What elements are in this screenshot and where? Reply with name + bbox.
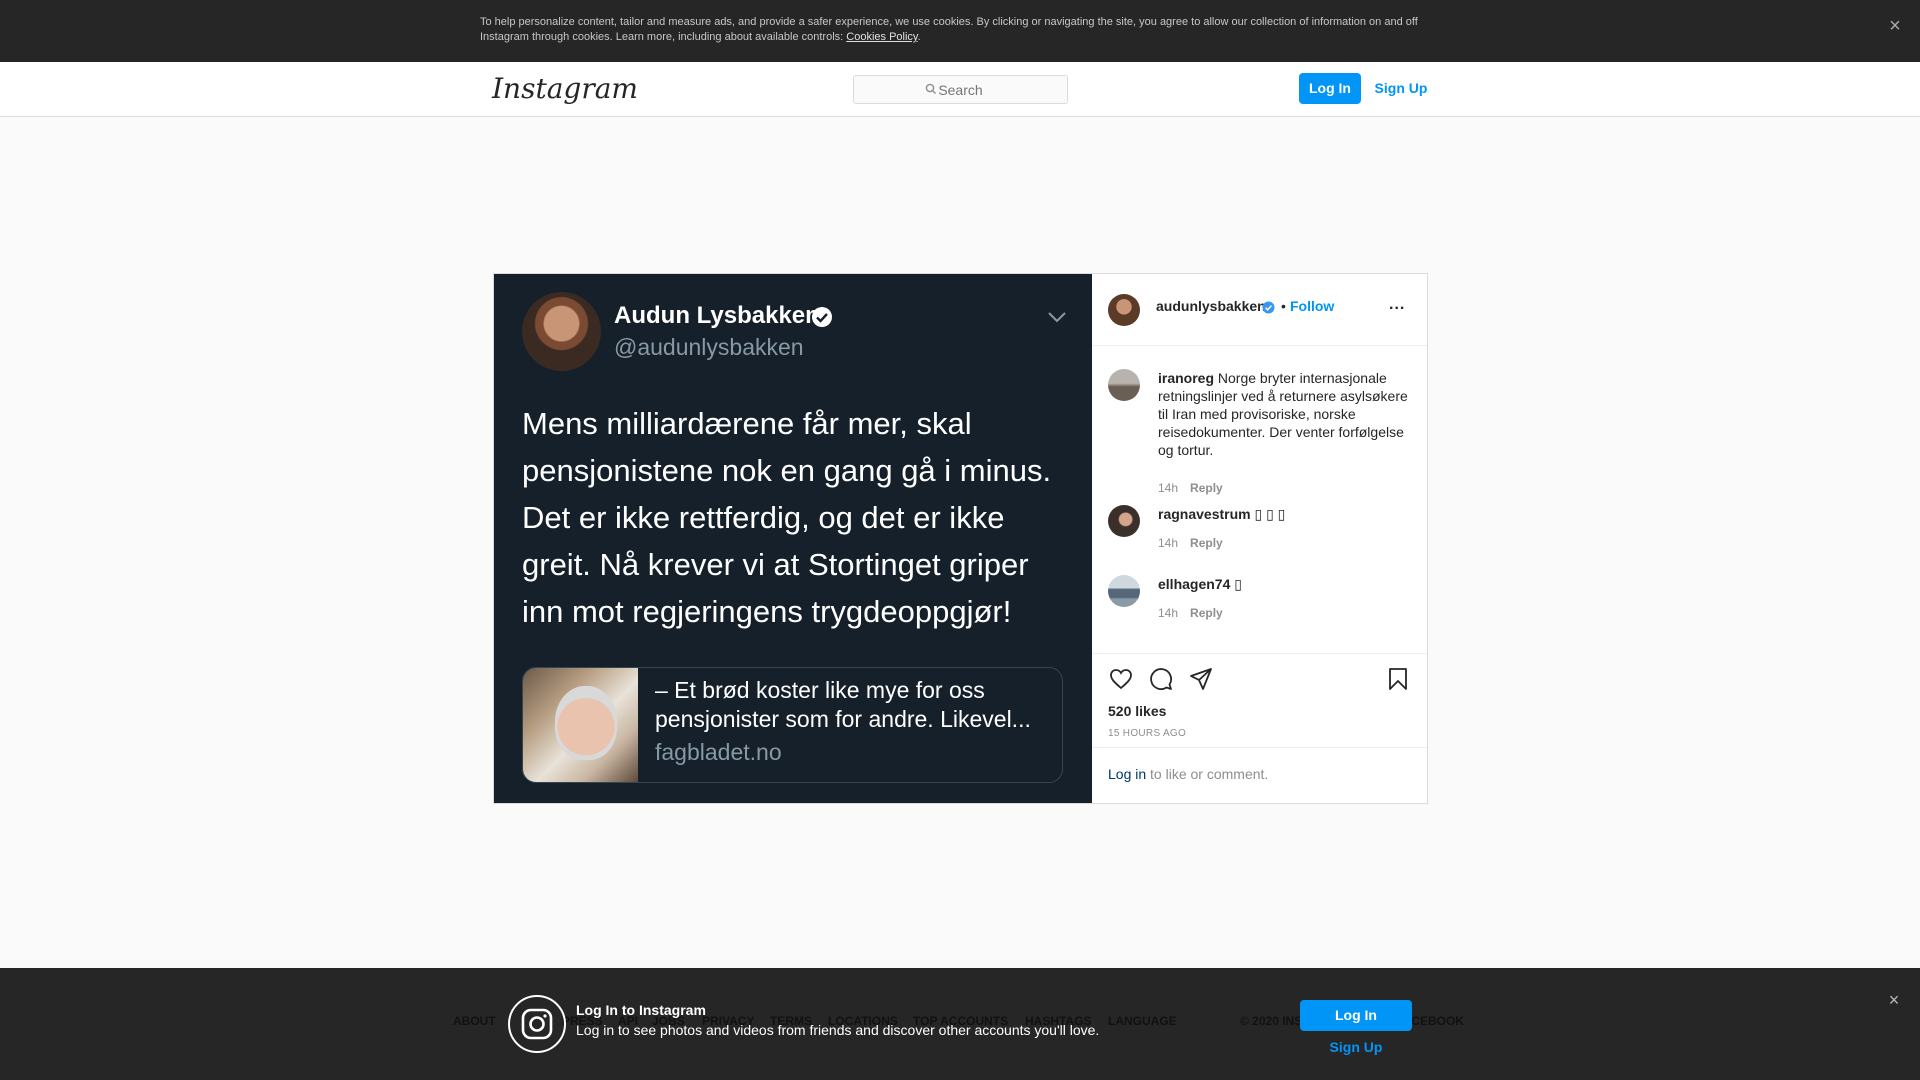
overlay-signup-link[interactable]: Sign Up bbox=[1300, 1039, 1412, 1059]
tweet-avatar bbox=[522, 292, 601, 371]
comments-list: iranoreg Norge bryter internasjonale ret… bbox=[1092, 347, 1427, 627]
search-icon bbox=[925, 83, 936, 94]
post-image[interactable]: Audun Lysbakken @audunlysbakken Mens mil… bbox=[494, 274, 1092, 803]
cookie-message: To help personalize content, tailor and … bbox=[480, 16, 1418, 43]
comment-body: ragnavestrum ▯ ▯ ▯ bbox=[1158, 505, 1413, 523]
link-title: – Et brød koster like mye for oss pensjo… bbox=[655, 677, 1031, 732]
author-avatar[interactable] bbox=[1108, 294, 1140, 326]
link-domain: fagbladet.no bbox=[655, 739, 782, 765]
comment-text: ▯ ▯ ▯ bbox=[1254, 506, 1286, 522]
overlay-subtitle: Log in to see photos and videos from fri… bbox=[576, 1022, 1100, 1038]
verified-badge-icon bbox=[1262, 301, 1275, 314]
comment-meta: 14h Reply bbox=[1158, 536, 1223, 550]
login-prompt: Log in to like or comment. bbox=[1092, 747, 1427, 803]
camera-icon bbox=[521, 1008, 553, 1040]
overlay-title: Log In to Instagram bbox=[576, 1002, 706, 1018]
login-link[interactable]: Log in bbox=[1108, 766, 1146, 782]
reply-button[interactable]: Reply bbox=[1190, 606, 1223, 620]
link-thumbnail bbox=[523, 668, 638, 782]
post-header: audunlysbakken • Follow ... bbox=[1092, 274, 1427, 346]
login-button[interactable]: Log In bbox=[1299, 73, 1361, 104]
follow-button[interactable]: Follow bbox=[1290, 298, 1334, 314]
thumbnail-portrait bbox=[555, 686, 617, 760]
cookie-period: . bbox=[917, 31, 921, 43]
reply-button[interactable]: Reply bbox=[1190, 536, 1223, 550]
tweet-text: Mens milliardærene får mer, skal pensjon… bbox=[522, 406, 1052, 629]
tweet-author-name: Audun Lysbakken bbox=[614, 302, 820, 329]
tweet-handle: @audunlysbakken bbox=[614, 334, 804, 360]
comment-avatar[interactable] bbox=[1108, 575, 1140, 607]
comment-body: ellhagen74 ▯ bbox=[1158, 575, 1413, 593]
comment-username[interactable]: ellhagen74 bbox=[1158, 576, 1230, 592]
footer-link-language[interactable]: LANGUAGE bbox=[1108, 1014, 1177, 1028]
comment-time[interactable]: 14h bbox=[1158, 481, 1178, 495]
post-timestamp[interactable]: 15 HOURS AGO bbox=[1108, 728, 1186, 739]
cookies-policy-link[interactable]: Cookies Policy bbox=[846, 31, 917, 43]
login-prompt-text: to like or comment. bbox=[1146, 766, 1269, 782]
comment-avatar[interactable] bbox=[1108, 505, 1140, 537]
top-nav: Instagram Log In Sign Up bbox=[0, 62, 1920, 117]
overlay-login-button[interactable]: Log In bbox=[1300, 1000, 1412, 1031]
comment-text: ▯ bbox=[1234, 576, 1242, 592]
instagram-glyph-icon bbox=[508, 995, 566, 1053]
close-icon[interactable]: × bbox=[1884, 990, 1904, 1010]
post-card: Audun Lysbakken @audunlysbakken Mens mil… bbox=[493, 273, 1428, 804]
login-overlay: ABOUT PRESS API JOBS PRIVACY TERMS LOCAT… bbox=[0, 968, 1920, 1080]
likes-count[interactable]: 520 likes bbox=[1108, 703, 1166, 719]
tweet-link-card: – Et brød koster like mye for oss pensjo… bbox=[522, 667, 1063, 783]
signup-link[interactable]: Sign Up bbox=[1371, 73, 1431, 104]
author-username[interactable]: audunlysbakken bbox=[1156, 298, 1266, 314]
bookmark-icon[interactable] bbox=[1385, 666, 1411, 692]
instagram-logo[interactable]: Instagram bbox=[492, 72, 638, 105]
chevron-down-icon bbox=[1048, 312, 1066, 323]
share-icon[interactable] bbox=[1188, 666, 1214, 692]
close-icon[interactable]: × bbox=[1884, 15, 1906, 37]
comment-body: iranoreg Norge bryter internasjonale ret… bbox=[1158, 369, 1413, 459]
verified-badge-icon bbox=[812, 307, 832, 327]
comment-avatar[interactable] bbox=[1108, 369, 1140, 401]
comment-username[interactable]: ragnavestrum bbox=[1158, 506, 1251, 522]
cookie-banner: To help personalize content, tailor and … bbox=[0, 0, 1920, 62]
comment-time[interactable]: 14h bbox=[1158, 606, 1178, 620]
more-options-icon[interactable]: ... bbox=[1389, 296, 1405, 314]
heart-icon[interactable] bbox=[1108, 666, 1134, 692]
post-actions: 520 likes 15 HOURS AGO bbox=[1092, 653, 1427, 753]
footer-link-about[interactable]: ABOUT bbox=[453, 1014, 496, 1028]
comment-time[interactable]: 14h bbox=[1158, 536, 1178, 550]
search-input[interactable] bbox=[853, 75, 1068, 104]
comment-meta: 14h Reply bbox=[1158, 606, 1223, 620]
post-sidebar: audunlysbakken • Follow ... iranoreg Nor… bbox=[1092, 274, 1427, 803]
separator-dot: • bbox=[1281, 298, 1286, 314]
comment-icon[interactable] bbox=[1148, 666, 1174, 692]
comment-meta: 14h Reply bbox=[1158, 481, 1223, 495]
reply-button[interactable]: Reply bbox=[1190, 481, 1223, 495]
comment-username[interactable]: iranoreg bbox=[1158, 370, 1214, 386]
cookie-text: To help personalize content, tailor and … bbox=[480, 15, 1440, 45]
